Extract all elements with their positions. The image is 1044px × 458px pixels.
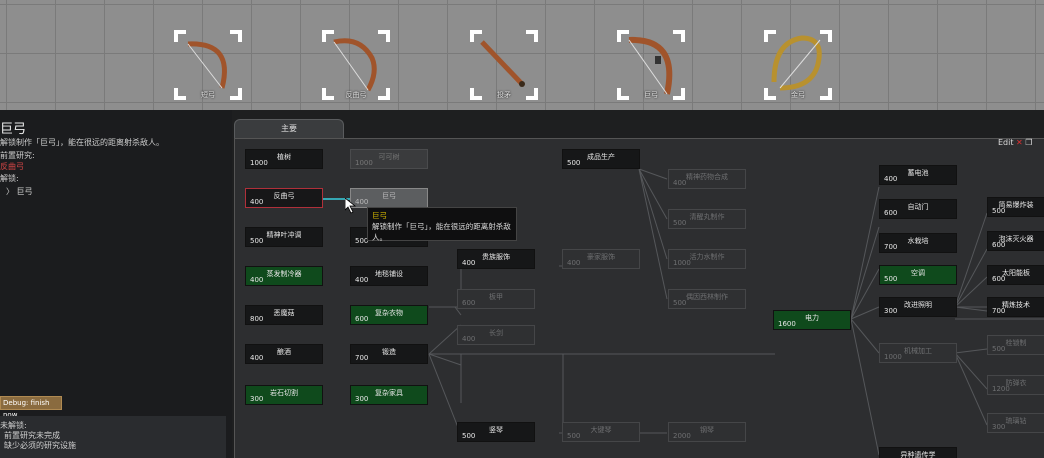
tooltip-text: 解锁制作「巨弓」，能在很远的距离射杀敌人。	[372, 222, 511, 242]
weapon-caption: 巨弓	[644, 91, 658, 99]
unlocks-item-label: 巨弓	[16, 187, 33, 196]
prereq-value: 反曲弓	[0, 162, 24, 171]
research-node[interactable]: 空调 500	[879, 265, 957, 285]
research-node[interactable]: 活力水制作 1000	[668, 249, 746, 269]
research-node[interactable]: 复杂家具 300	[350, 385, 428, 405]
weapon-slot-pila[interactable]: 投矛	[468, 28, 540, 102]
research-tree: 植树 1000 可可树 1000 反曲弓 400 巨弓 400 精神叶冲调 500 500…	[234, 138, 1044, 458]
research-node[interactable]: 豪家服饰 400	[562, 249, 640, 269]
research-node[interactable]: 板甲 600	[457, 289, 535, 309]
research-node[interactable]: 恶魔菇 800	[245, 305, 323, 325]
research-node[interactable]: 机械加工 1000	[879, 343, 957, 363]
research-node[interactable]: 竖琴 500	[457, 422, 535, 442]
research-info-panel: 巨弓 解锁制作「巨弓」，能在很远的距离射杀敌人。 前置研究: 反曲弓 解锁: 〉…	[0, 110, 232, 458]
chevron-right-icon: 〉	[6, 187, 14, 196]
research-node[interactable]: 水栽培 700	[879, 233, 957, 253]
game-screen: 短弓 反曲弓 投矛 巨弓 金弓 巨弓 解锁制作「巨弓」，能在很远的距离射杀敌人。…	[0, 0, 1044, 458]
research-node[interactable]: 蓄电池 400	[879, 165, 957, 185]
research-description: 解锁制作「巨弓」，能在很远的距离射杀敌人。	[0, 138, 164, 147]
lock-reason: 缺少必须的研究设施	[4, 441, 76, 450]
prereq-label: 前置研究:	[0, 151, 35, 160]
research-node[interactable]: 成品生产 500	[562, 149, 640, 169]
research-node[interactable]: 酿酒 400	[245, 344, 323, 364]
weapon-caption: 金弓	[791, 91, 805, 99]
research-node[interactable]: 精炼技术 700	[987, 297, 1044, 317]
edit-controls: Edit ✕ ❐	[998, 138, 1032, 147]
research-node[interactable]: 钢琴 2000	[668, 422, 746, 442]
debug-finish-button[interactable]: Debug: finish now	[0, 396, 62, 419]
research-node[interactable]: 锻造 700	[350, 344, 428, 364]
research-node[interactable]: 栓锁制 500	[987, 335, 1044, 355]
weapon-slot-recurve-bow[interactable]: 反曲弓	[320, 28, 392, 102]
research-node[interactable]: 复杂衣物 600	[350, 305, 428, 325]
research-node[interactable]: 泡沫灭火器 600	[987, 231, 1044, 251]
weapon-shelf: 短弓 反曲弓 投矛 巨弓 金弓	[0, 0, 1044, 110]
weapon-slot-greatbow[interactable]: 巨弓	[615, 28, 687, 102]
research-node[interactable]: 岩石切割 300	[245, 385, 323, 405]
research-node[interactable]: 太阳能板 600	[987, 265, 1044, 285]
copy-icon[interactable]: ❐	[1025, 138, 1032, 147]
weapon-slot-golden-bow[interactable]: 金弓	[762, 28, 834, 102]
research-node-selected[interactable]: 巨弓 400	[350, 188, 428, 208]
research-tooltip: 巨弓 解锁制作「巨弓」，能在很远的距离射杀敌人。	[367, 207, 517, 242]
tooltip-title: 巨弓	[372, 211, 387, 220]
weapon-caption: 短弓	[201, 91, 215, 99]
research-node[interactable]: 可可树 1000	[350, 149, 428, 169]
research-node[interactable]: 琉璃钻 300	[987, 413, 1044, 433]
unlocks-label: 解锁:	[0, 174, 19, 183]
research-node[interactable]: 长剑 400	[457, 325, 535, 345]
weapon-slot-short-bow[interactable]: 短弓	[172, 28, 244, 102]
weapon-caption: 投矛	[497, 91, 511, 99]
tab-main[interactable]: 主要	[234, 119, 344, 139]
unlocks-item: 〉 巨弓	[6, 186, 33, 197]
research-node[interactable]: 电力 1600	[773, 310, 851, 330]
research-node[interactable]: 大键琴 500	[562, 422, 640, 442]
weapon-caption: 反曲弓	[345, 91, 367, 99]
research-node[interactable]: 贵族服饰 400	[457, 249, 535, 269]
mouse-cursor-icon	[344, 197, 357, 218]
research-node[interactable]: 简易爆炸装 500	[987, 197, 1044, 217]
research-node[interactable]: 地毯铺设 400	[350, 266, 428, 286]
edit-button[interactable]: Edit	[998, 138, 1014, 147]
research-title: 巨弓	[0, 122, 27, 137]
research-node[interactable]: 改进照明 300	[879, 297, 957, 317]
research-node[interactable]: 蒸发制冷器 400	[245, 266, 323, 286]
research-node[interactable]: 精神药物合成 400	[668, 169, 746, 189]
research-node[interactable]: 偶因西林制作 500	[668, 289, 746, 309]
close-icon[interactable]: ✕	[1016, 138, 1023, 147]
research-node[interactable]: 自动门 600	[879, 199, 957, 219]
research-node[interactable]: 防弹衣 1200	[987, 375, 1044, 395]
research-node[interactable]: 精神叶冲调 500	[245, 227, 323, 247]
research-node[interactable]: 异种遗传学	[879, 447, 957, 458]
research-node[interactable]: 植树 1000	[245, 149, 323, 169]
research-node[interactable]: 清醒丸制作 500	[668, 209, 746, 229]
research-node[interactable]: 反曲弓 400	[245, 188, 323, 208]
lock-status-box: 未解锁: 前置研究未完成 缺少必须的研究设施	[0, 416, 226, 458]
